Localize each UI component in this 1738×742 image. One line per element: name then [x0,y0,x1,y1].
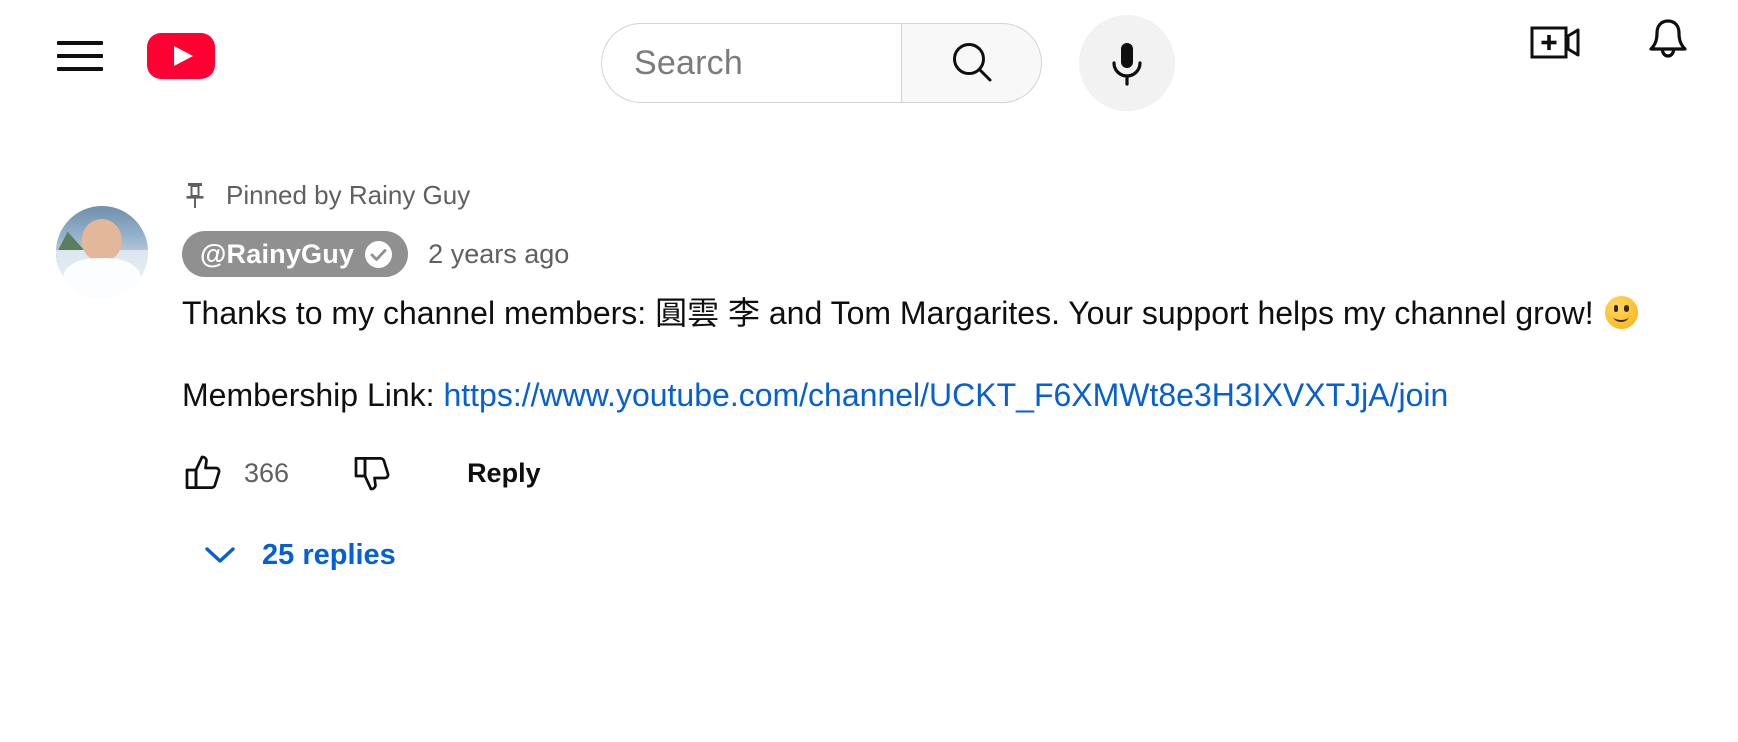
comment-body: Thanks to my channel members: 圓雲 李 and T… [182,290,1662,337]
pin-icon [182,180,208,210]
replies-count-label: 25 replies [262,538,396,571]
comment-timestamp[interactable]: 2 years ago [428,239,569,270]
slightly-smiling-face-emoji [1604,296,1638,329]
membership-link[interactable]: https://www.youtube.com/channel/UCKT_F6X… [443,377,1448,413]
pinned-label: Pinned by Rainy Guy [226,179,471,210]
hamburger-menu-icon [57,41,103,71]
avatar-column [56,178,160,298]
comment-content: Pinned by Rainy Guy @RainyGuy 2 years ag… [182,178,1738,575]
author-chip[interactable]: @RainyGuy [182,231,409,277]
like-button[interactable]: 366 [182,451,289,495]
search-form: Search [601,22,1042,104]
create-video-icon [1530,26,1580,59]
pinned-banner: Pinned by Rainy Guy [182,178,1738,212]
reply-button[interactable]: Reply [467,458,541,489]
comment-thread: Pinned by Rainy Guy @RainyGuy 2 years ag… [0,178,1738,575]
search-input[interactable]: Search [601,23,901,103]
notifications-button[interactable] [1640,14,1696,70]
search-icon [952,43,991,82]
masthead: Search [0,0,1738,112]
comment-body-text: Thanks to my channel members: 圓雲 李 and T… [182,295,1603,331]
masthead-actions [1528,14,1696,70]
chevron-down-icon [200,535,240,575]
membership-link-line: Membership Link: https://www.youtube.com… [182,373,1738,417]
search-area: Search [601,15,1175,111]
avatar[interactable] [56,206,148,298]
membership-link-prefix: Membership Link: [182,377,444,413]
search-button[interactable] [901,23,1042,103]
voice-search-button[interactable] [1079,15,1175,111]
comment-header: @RainyGuy 2 years ago [182,228,1738,280]
thumbs-down-icon [354,457,390,491]
search-placeholder: Search [634,43,743,82]
show-replies-button[interactable]: 25 replies [200,535,396,575]
dislike-button[interactable] [351,451,395,495]
youtube-logo-icon[interactable] [145,31,217,81]
guide-menu-button[interactable] [56,32,104,80]
comment-actions: 366 Reply [182,443,1738,503]
reply-label: Reply [467,457,541,488]
thumbs-up-icon [185,455,221,489]
create-video-button[interactable] [1528,14,1584,70]
comment-item: Pinned by Rainy Guy @RainyGuy 2 years ag… [0,178,1738,575]
author-handle: @RainyGuy [200,238,355,269]
like-count: 366 [244,457,290,488]
microphone-icon [1112,43,1142,86]
bell-icon [1649,19,1687,58]
verified-check-icon [365,240,393,268]
